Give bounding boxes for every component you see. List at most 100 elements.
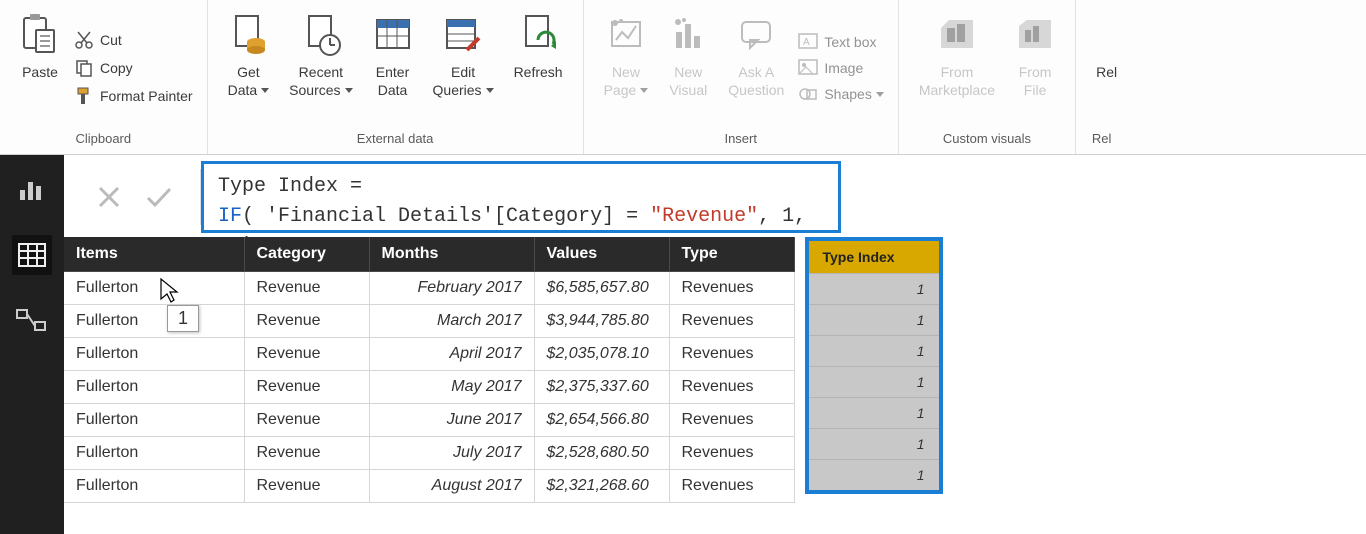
ribbon-group-clipboard: Paste Cut Copy [0,0,208,154]
copy-button[interactable]: Copy [70,54,197,82]
type-index-cell[interactable]: 1 [809,336,939,367]
enter-data-icon [373,10,413,58]
cell-month[interactable]: June 2017 [369,404,534,437]
formula-body-pre: ( 'Financial Details'[Category] = [242,205,650,228]
data-view-button[interactable] [12,235,52,275]
type-index-column[interactable]: Type Index 1111111 1 [805,237,943,494]
get-data-button[interactable]: Get Data [218,4,280,101]
recent-sources-label: Recent Sources [289,64,352,99]
cell-items[interactable]: Fullerton [64,305,244,338]
cell-items[interactable]: Fullerton [64,272,244,305]
cell-month[interactable]: August 2017 [369,470,534,503]
cell-category[interactable]: Revenue [244,338,369,371]
model-view-button[interactable] [12,301,52,341]
image-button[interactable]: Image [794,55,887,81]
cell-category[interactable]: Revenue [244,305,369,338]
cell-month[interactable]: April 2017 [369,338,534,371]
from-file-icon [1015,10,1055,58]
cell-month[interactable]: May 2017 [369,371,534,404]
cut-label: Cut [100,32,122,48]
paste-button[interactable]: Paste [10,4,70,84]
cell-value[interactable]: $2,654,566.80 [534,404,669,437]
type-index-cell[interactable]: 1 [809,274,939,305]
cell-month[interactable]: July 2017 [369,437,534,470]
cell-items[interactable]: Fullerton [64,404,244,437]
formula-line1: Type Index = [218,175,362,198]
from-file-button[interactable]: From File [1005,4,1065,101]
format-painter-label: Format Painter [100,88,193,104]
relationships-button[interactable]: Rel [1086,4,1117,84]
marketplace-icon [935,10,979,58]
cell-value[interactable]: $2,528,680.50 [534,437,669,470]
type-index-cell[interactable]: 1 [809,305,939,336]
type-index-cell[interactable]: 1 [809,429,939,460]
cut-button[interactable]: Cut [70,26,197,54]
table-row[interactable]: FullertonRevenueJune 2017$2,654,566.80Re… [64,404,794,437]
ribbon-group-label-custom: Custom visuals [943,127,1031,152]
cell-items[interactable]: Fullerton [64,338,244,371]
data-table-area: ItemsCategoryMonthsValuesType FullertonR… [64,237,1366,534]
type-index-cell[interactable]: 1 [809,398,939,429]
cell-type[interactable]: Revenues [669,437,794,470]
cell-items[interactable]: Fullerton [64,470,244,503]
table-row[interactable]: FullertonRevenueJuly 2017$2,528,680.50Re… [64,437,794,470]
cell-category[interactable]: Revenue [244,272,369,305]
cell-category[interactable]: Revenue [244,371,369,404]
cell-items[interactable]: Fullerton [64,437,244,470]
cell-value[interactable]: $2,035,078.10 [534,338,669,371]
type-index-cell[interactable]: 1 [809,367,939,398]
col-header-category[interactable]: Category [244,237,369,272]
commit-formula-button[interactable] [144,184,174,210]
refresh-button[interactable]: Refresh [504,4,573,84]
enter-data-button[interactable]: Enter Data [363,4,423,101]
cell-type[interactable]: Revenues [669,371,794,404]
cell-category[interactable]: Revenue [244,470,369,503]
from-marketplace-label: From Marketplace [919,64,995,99]
cell-value[interactable]: $3,944,785.80 [534,305,669,338]
cell-month[interactable]: March 2017 [369,305,534,338]
data-table[interactable]: ItemsCategoryMonthsValuesType FullertonR… [64,237,795,503]
cell-value[interactable]: $2,375,337.60 [534,371,669,404]
shapes-label: Shapes [824,86,883,102]
format-painter-button[interactable]: Format Painter [70,82,197,110]
table-row[interactable]: FullertonRevenueApril 2017$2,035,078.10R… [64,338,794,371]
cell-value[interactable]: $2,321,268.60 [534,470,669,503]
cell-type[interactable]: Revenues [669,404,794,437]
recent-sources-button[interactable]: Recent Sources [279,4,362,101]
type-index-cell[interactable]: 1 [809,460,939,491]
col-header-type[interactable]: Type [669,237,794,272]
cell-type[interactable]: Revenues [669,305,794,338]
col-header-values[interactable]: Values [534,237,669,272]
cell-type[interactable]: Revenues [669,272,794,305]
table-row[interactable]: FullertonRevenueMay 2017$2,375,337.60Rev… [64,371,794,404]
cell-value[interactable]: $6,585,657.80 [534,272,669,305]
report-view-button[interactable] [12,169,52,209]
text-box-label: Text box [824,34,876,50]
from-marketplace-button[interactable]: From Marketplace [909,4,1005,101]
relationships-label: Rel [1096,64,1117,82]
cell-type[interactable]: Revenues [669,470,794,503]
cancel-formula-button[interactable] [96,184,122,210]
cell-items[interactable]: Fullerton [64,371,244,404]
cell-category[interactable]: Revenue [244,437,369,470]
ribbon-group-insert: New Page New Visual Ask A Question A Tex… [584,0,899,154]
col-header-items[interactable]: Items [64,237,244,272]
text-box-button[interactable]: A Text box [794,29,887,55]
shapes-button[interactable]: Shapes [794,81,887,107]
cell-month[interactable]: February 2017 [369,272,534,305]
get-data-label: Get Data [228,64,270,99]
edit-queries-button[interactable]: Edit Queries [423,4,504,101]
new-visual-button[interactable]: New Visual [658,4,718,101]
edit-queries-label: Edit Queries [433,64,494,99]
table-row[interactable]: FullertonRevenueFebruary 2017$6,585,657.… [64,272,794,305]
type-index-header[interactable]: Type Index [809,241,939,274]
cell-category[interactable]: Revenue [244,404,369,437]
cell-type[interactable]: Revenues [669,338,794,371]
col-header-months[interactable]: Months [369,237,534,272]
table-row[interactable]: FullertonRevenueMarch 2017$3,944,785.80R… [64,305,794,338]
new-visual-icon [668,10,708,58]
table-row[interactable]: FullertonRevenueAugust 2017$2,321,268.60… [64,470,794,503]
ask-question-button[interactable]: Ask A Question [718,4,794,101]
new-page-button[interactable]: New Page [594,4,659,101]
formula-input[interactable]: Type Index = IF( 'Financial Details'[Cat… [201,161,841,233]
